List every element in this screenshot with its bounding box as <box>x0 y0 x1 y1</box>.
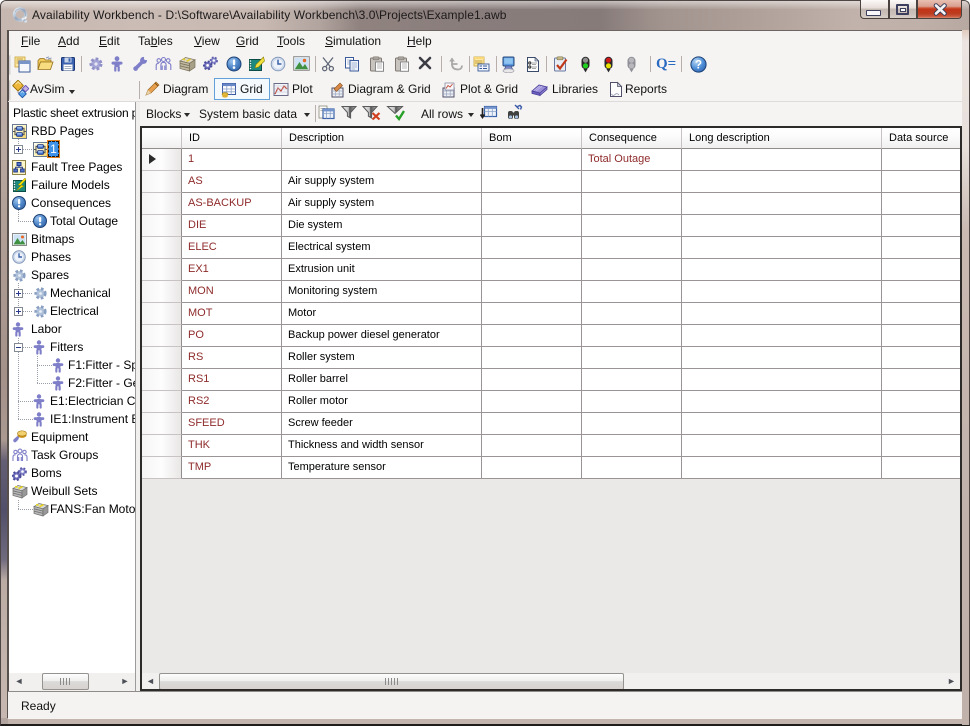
svg-text:?: ? <box>695 60 702 72</box>
